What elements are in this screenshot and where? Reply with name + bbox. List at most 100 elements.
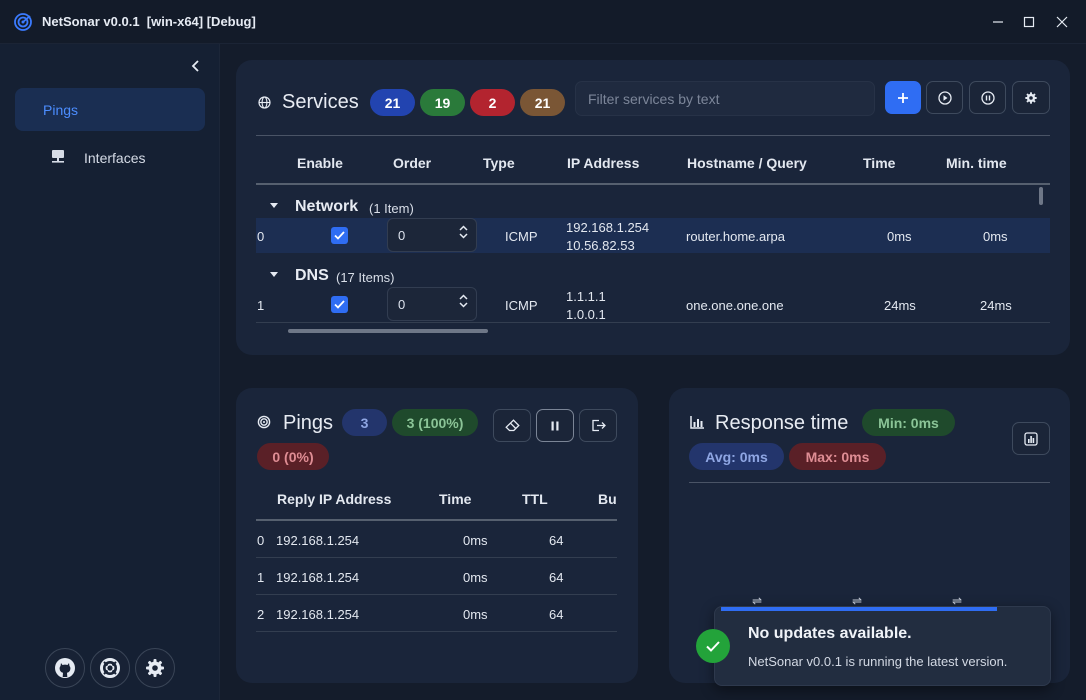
order-stepper[interactable]: 0 [387,218,477,252]
column-header-reply-ip[interactable]: Reply IP Address [277,491,391,507]
pings-success-badge: 3 (100%) [392,409,478,436]
services-other-badge: 21 [520,89,565,116]
service-ip-secondary: 1.0.0.1 [566,307,606,322]
plus-icon [898,92,908,103]
group-name: DNS [295,267,329,284]
group-header-network[interactable]: Network (1 Item) [256,196,1046,218]
reply-ttl: 64 [549,570,564,585]
chevron-down-icon[interactable] [459,302,468,308]
start-all-button[interactable] [926,81,963,114]
update-toast[interactable]: No updates available. NetSonar v0.0.1 is… [714,606,1051,686]
service-time: 0ms [887,229,912,244]
clear-pings-button[interactable] [493,409,531,442]
row-index: 1 [257,298,265,313]
services-title: Services [282,91,359,113]
network-icon [52,150,64,163]
reply-time: 0ms [463,533,488,548]
reply-ttl: 64 [549,533,564,548]
order-stepper[interactable]: 0 [387,287,477,321]
service-min-time: 0ms [983,229,1008,244]
help-button[interactable] [90,648,130,688]
sidebar-item-pings[interactable]: Pings [15,88,205,131]
pings-count-badge: 3 [342,409,387,436]
gear-icon [146,659,164,677]
pause-pings-button[interactable] [536,409,574,442]
reply-ttl: 64 [549,607,564,622]
row-index: 0 [257,229,265,244]
globe-icon [258,96,271,109]
table-row[interactable]: 0 0 ICMP 192.168.1.254 10.56.82.53 route… [256,218,1050,253]
gear-icon [1025,91,1037,104]
chevron-down-icon[interactable] [459,233,468,239]
chevron-up-icon[interactable] [459,294,468,300]
column-header-min-time[interactable]: Min. time [946,155,1007,171]
column-header-time[interactable]: Time [439,491,471,507]
close-button[interactable] [1052,12,1072,32]
services-ok-badge: 19 [420,89,465,116]
export-pings-button[interactable] [579,409,617,442]
radar-icon [14,13,32,31]
bar-chart-icon [690,416,704,429]
table-row[interactable]: 0 192.168.1.254 0ms 64 [256,521,617,558]
maximize-icon [1023,16,1035,28]
column-header-ip-address[interactable]: IP Address [567,155,639,171]
filter-services-input[interactable] [575,81,875,116]
column-header-hostname[interactable]: Hostname / Query [687,155,807,171]
add-service-button[interactable] [885,81,921,114]
column-header-time[interactable]: Time [863,155,895,171]
lifebuoy-icon [100,658,120,678]
pings-failed-badge: 0 (0%) [257,443,329,470]
order-value: 0 [398,227,406,243]
horizontal-scrollbar[interactable] [288,329,488,333]
chevron-up-icon[interactable] [459,225,468,231]
toast-progress-bar [721,607,997,611]
maximize-button[interactable] [1019,12,1039,32]
pings-title: Pings [283,412,334,434]
pause-icon [551,421,559,430]
close-icon [1056,16,1068,28]
divider [256,322,1050,323]
chevron-down-icon [270,272,278,277]
response-avg-badge: Avg: 0ms [689,443,784,470]
group-header-dns[interactable]: DNS (17 Items) [256,265,1046,287]
sidebar-item-label: Interfaces [84,149,146,166]
service-time: 24ms [884,298,916,313]
response-time-title: Response time [715,412,849,434]
open-chart-button[interactable] [1012,422,1050,455]
chevron-left-icon [191,60,199,72]
service-hostname: one.one.one.one [686,298,784,313]
service-ip-primary: 1.1.1.1 [566,289,606,304]
enable-checkbox[interactable] [331,227,348,244]
divider [256,183,1050,185]
title-bar: NetSonar v0.0.1 [win-x64] [Debug] [0,0,1086,44]
column-header-enable[interactable]: Enable [297,155,343,171]
services-total-badge: 21 [370,89,415,116]
table-row[interactable]: 2 192.168.1.254 0ms 64 [256,595,617,632]
sidebar-item-interfaces[interactable]: Interfaces [15,136,205,179]
column-header-type[interactable]: Type [483,155,515,171]
column-header-order[interactable]: Order [393,155,431,171]
reply-time: 0ms [463,607,488,622]
table-row[interactable]: 1 192.168.1.254 0ms 64 [256,558,617,595]
minimize-button[interactable] [988,12,1008,32]
enable-checkbox[interactable] [331,296,348,313]
checkmark-icon [334,231,345,240]
collapse-sidebar-button[interactable] [186,56,206,76]
table-row[interactable]: 1 0 ICMP 1.1.1.1 1.0.0.1 one.one.one.one… [256,287,1050,322]
services-settings-button[interactable] [1012,81,1050,114]
divider [256,135,1050,136]
sidebar: Pings Interfaces [0,44,220,700]
github-button[interactable] [45,648,85,688]
eraser-icon [504,419,520,432]
column-header-ttl[interactable]: TTL [522,491,548,507]
pause-icon [980,90,995,105]
column-header-truncated[interactable]: Bu [598,491,617,509]
play-icon [937,90,952,105]
service-hostname: router.home.arpa [686,229,786,244]
reply-time: 0ms [463,570,488,585]
service-ip-secondary: 10.56.82.53 [566,238,635,253]
chart-icon [1024,431,1038,446]
pause-all-button[interactable] [969,81,1006,114]
settings-button[interactable] [135,648,175,688]
github-icon [55,658,75,678]
